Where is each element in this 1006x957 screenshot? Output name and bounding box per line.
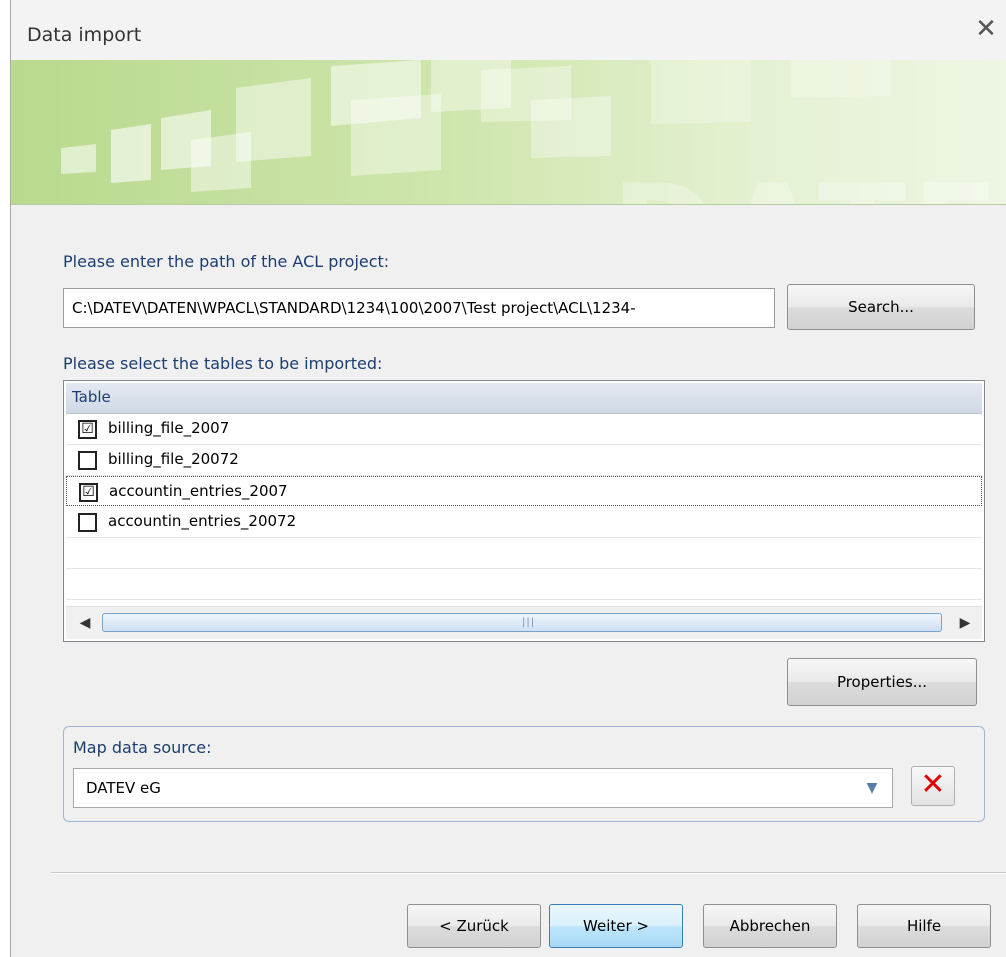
red-x-icon[interactable]: ✕ xyxy=(911,766,955,806)
table-name: accountin_entries_2007 xyxy=(109,482,288,500)
cancel-button[interactable]: Abbrechen xyxy=(703,904,837,948)
table-name: accountin_entries_20072 xyxy=(108,512,297,530)
table-name: billing_file_20072 xyxy=(108,450,239,468)
map-source-label: Map data source: xyxy=(73,738,212,757)
list-header[interactable]: Table xyxy=(66,383,982,414)
back-button[interactable]: < Zurück xyxy=(407,904,541,948)
close-icon[interactable]: ✕ xyxy=(971,14,1001,44)
tables-list[interactable]: Table ☑ billing_file_2007 billing_file_2… xyxy=(63,380,985,642)
checkbox-icon[interactable]: ☑ xyxy=(78,420,97,439)
table-name: billing_file_2007 xyxy=(108,419,230,437)
scrollbar-thumb[interactable]: ||| xyxy=(102,613,942,632)
grip-icon: ||| xyxy=(522,617,536,628)
arrow-right-icon[interactable]: ▶ xyxy=(958,615,972,631)
empty-row xyxy=(66,538,982,569)
checkbox-icon[interactable] xyxy=(78,451,97,470)
selected-value: DATEV eG xyxy=(86,779,161,797)
properties-button[interactable]: Properties... xyxy=(787,658,977,706)
acl-path-input[interactable] xyxy=(63,288,775,328)
datev-banner: DATEV xyxy=(11,60,1006,205)
data-import-dialog: Data import ✕ DATEV Please enter the pat… xyxy=(10,0,1006,957)
list-item[interactable]: ☑ accountin_entries_2007 xyxy=(66,476,982,506)
arrow-left-icon[interactable]: ◀ xyxy=(78,615,92,631)
tables-label: Please select the tables to be imported: xyxy=(63,354,383,373)
list-item[interactable]: billing_file_20072 xyxy=(66,445,982,476)
help-button[interactable]: Hilfe xyxy=(857,904,991,948)
list-item[interactable]: accountin_entries_20072 xyxy=(66,507,982,538)
title-bar: Data import ✕ xyxy=(11,0,1006,61)
chevron-down-icon[interactable]: ▼ xyxy=(852,769,892,807)
checkbox-icon[interactable]: ☑ xyxy=(79,483,98,502)
horizontal-scrollbar[interactable]: ◀ ||| ▶ xyxy=(66,606,982,639)
table-column-header: Table xyxy=(72,388,111,406)
next-button[interactable]: Weiter > xyxy=(549,904,683,948)
banner-brand-watermark: DATEV xyxy=(611,158,1006,204)
search-button[interactable]: Search... xyxy=(787,284,975,330)
empty-row xyxy=(66,569,982,600)
footer-divider xyxy=(51,872,1006,874)
path-label: Please enter the path of the ACL project… xyxy=(63,252,390,271)
list-item[interactable]: ☑ billing_file_2007 xyxy=(66,414,982,445)
window-title: Data import xyxy=(27,24,142,46)
data-source-select[interactable]: DATEV eG ▼ xyxy=(73,768,893,808)
checkbox-icon[interactable] xyxy=(78,513,97,532)
